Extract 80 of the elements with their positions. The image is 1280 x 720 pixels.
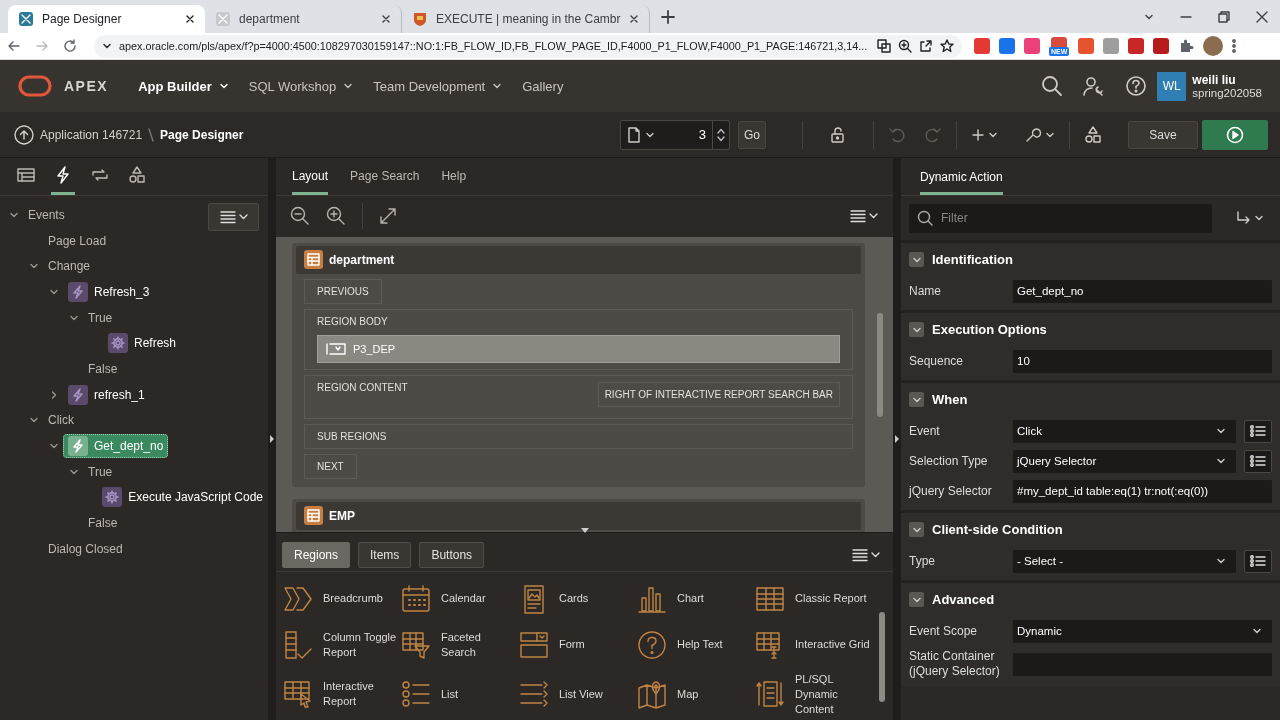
save-button[interactable]: Save [1128, 120, 1198, 149]
region-type-item[interactable]: PL/SQL Dynamic Content [755, 668, 873, 720]
tab[interactable]: Dynamic Action [920, 158, 1003, 195]
tree-node[interactable]: refresh_1 [63, 382, 150, 407]
breadcrumb-link[interactable]: Application 146721 [40, 127, 143, 142]
text-field[interactable]: #my_dept_id table:eq(1) tr:not(:eq(0)) [1013, 479, 1272, 503]
tree-node[interactable]: Execute JavaScript Code [97, 485, 268, 510]
region-type-item[interactable]: List [401, 668, 519, 720]
region-type-item[interactable]: Help Text [637, 621, 755, 668]
region-title: EMP [329, 508, 355, 523]
address-bar[interactable]: apex.oracle.com/pls/apex/f?p=4000:4500:108297030159147::NO:1:FB_FLOW_ID,FB_FLOW_PAGE_ID,F4000_P1_FLOW,F4000_P1_PAGE:146721,3,14... [94, 34, 962, 58]
workspace-name: spring202058 [1192, 87, 1262, 99]
user-avatar: WL [1157, 71, 1187, 101]
filter-field[interactable]: Filter [909, 203, 1212, 233]
nav-menu[interactable]: SQL Workshop [248, 74, 354, 98]
browser-tab[interactable]: Page Designer [8, 5, 205, 33]
select-field[interactable]: jQuery Selector [1013, 449, 1236, 473]
position-label: PREVIOUS [317, 285, 369, 297]
section-title: Identification [932, 252, 1013, 267]
region-type-item[interactable]: Map [637, 668, 755, 720]
region-type-item[interactable]: Interactive Report [283, 668, 401, 720]
section-title: Execution Options [932, 322, 1047, 337]
tree-node[interactable]: Refresh [103, 331, 182, 356]
gallery-tab[interactable]: Buttons [419, 541, 485, 568]
region-title: department [329, 252, 395, 267]
user-name: weili liu [1192, 73, 1237, 87]
region-type-item[interactable]: Breadcrumb [283, 576, 401, 621]
position-label: RIGHT OF INTERACTIVE REPORT SEARCH BAR [604, 388, 833, 400]
breadcrumb-current: Page Designer [160, 127, 244, 142]
field-label: Selection Type [909, 453, 989, 469]
tree-node[interactable]: True [83, 459, 118, 484]
text-field[interactable]: Get_dept_no [1013, 279, 1272, 303]
nav-menu[interactable]: App Builder [138, 74, 229, 98]
position-label: REGION CONTENT [317, 381, 408, 393]
nav-menu[interactable]: Gallery [522, 74, 564, 98]
text-field[interactable]: 10 [1013, 349, 1272, 373]
gallery-tab[interactable]: Regions [282, 541, 351, 568]
tree-node[interactable]: Dialog Closed [43, 536, 128, 561]
position-label: NEXT [317, 460, 344, 472]
select-field[interactable]: - Select - [1013, 549, 1236, 573]
region-type-item[interactable]: Classic Report [755, 576, 873, 621]
tree-node[interactable]: True [83, 305, 118, 330]
gallery-tab[interactable]: Items [358, 541, 412, 568]
position-label: REGION BODY [317, 315, 388, 327]
tab[interactable]: Page Search [350, 158, 420, 195]
tree-node[interactable]: Page Load [43, 228, 112, 253]
region-type-item[interactable]: Faceted Search [401, 621, 519, 668]
field-label: Static Container (jQuery Selector) [909, 649, 1001, 679]
tree-node[interactable]: Refresh_3 [63, 279, 155, 304]
tab[interactable]: Help [441, 158, 467, 195]
region-type-item[interactable]: Form [519, 621, 637, 668]
select-field[interactable]: Dynamic [1013, 619, 1272, 643]
tree-node[interactable]: False [83, 511, 123, 536]
tab[interactable]: Layout [292, 158, 329, 195]
field-label: Type [909, 553, 936, 569]
tree-node[interactable]: Events [23, 202, 70, 227]
tree-node[interactable]: Click [43, 408, 79, 433]
field-label: Name [909, 283, 942, 299]
field-label: jQuery Selector [909, 483, 993, 499]
region-type-item[interactable]: Calendar [401, 576, 519, 621]
region-type-item[interactable]: List View [519, 668, 637, 720]
nav-menu[interactable]: Team Development [373, 74, 503, 98]
tree-node[interactable]: Change [43, 254, 96, 279]
field-label: Sequence [909, 353, 965, 369]
section-title: Client-side Condition [932, 522, 1063, 537]
logo-text: APEX [64, 78, 109, 94]
page-item[interactable]: P3_DEP [317, 334, 840, 363]
region-type-item[interactable]: Column Toggle Report [283, 621, 401, 668]
tree-node[interactable]: False [83, 356, 123, 381]
select-field[interactable]: Click [1013, 419, 1236, 443]
region-type-item[interactable]: Chart [637, 576, 755, 621]
region-type-item[interactable]: Interactive Grid [755, 621, 873, 668]
field-label: Event [909, 423, 941, 439]
go-button[interactable]: Go [738, 120, 766, 149]
tree-node[interactable]: Get_dept_no [63, 434, 169, 459]
region-type-item[interactable]: Cards [519, 576, 637, 621]
section-title: Advanced [932, 592, 995, 607]
position-label: SUB REGIONS [317, 430, 387, 442]
field-label: Event Scope [909, 623, 979, 639]
section-title: When [932, 392, 968, 407]
